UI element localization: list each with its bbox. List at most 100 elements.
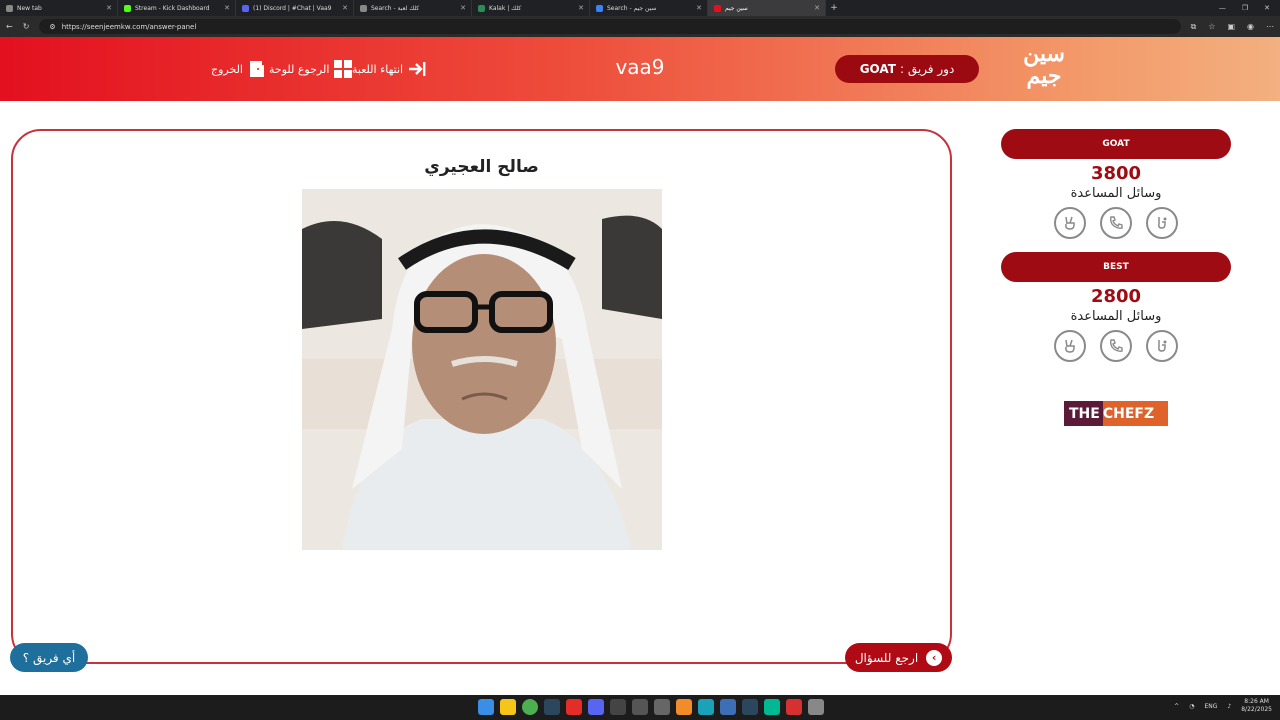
favorite-star-icon[interactable]: ☆ xyxy=(1208,22,1215,32)
tab-close-icon[interactable]: ✕ xyxy=(106,4,112,12)
aids-label: وسائل المساعدة xyxy=(1070,309,1162,324)
phone-icon xyxy=(1109,339,1123,352)
app-icon[interactable] xyxy=(786,699,802,715)
tab-favicon-icon xyxy=(360,4,367,12)
tab-close-icon[interactable]: ✕ xyxy=(342,4,348,12)
volume-icon[interactable]: ♪ xyxy=(1227,703,1231,710)
start-icon[interactable] xyxy=(478,699,494,715)
tab-favicon-icon xyxy=(714,4,721,12)
browser-tab[interactable]: Stream - Kick Dashboard ✕ xyxy=(118,0,236,16)
team-turn-badge: دور فريق : GOAT xyxy=(835,55,979,83)
portrait-image xyxy=(302,189,662,550)
end-game-link[interactable]: انتهاء اللعبة xyxy=(352,57,427,81)
app-icon[interactable] xyxy=(764,699,780,715)
browser-tab-strip: New tab ✕ Stream - Kick Dashboard ✕ (1) Di… xyxy=(0,0,1280,16)
profile-icon[interactable]: ◉ xyxy=(1247,22,1254,32)
team-score: 2800 xyxy=(1090,286,1142,307)
hole-aid-button[interactable] xyxy=(1146,207,1178,239)
hole-aid-button[interactable] xyxy=(1146,330,1178,362)
tab-title: Kalak | كلك xyxy=(489,4,522,12)
clock[interactable]: 8:26 AM 8/22/2025 xyxy=(1241,698,1272,714)
chrome-icon[interactable] xyxy=(522,699,538,715)
browser-tab[interactable]: Kalak | كلك ✕ xyxy=(472,0,590,16)
reload-icon[interactable]: ↻ xyxy=(23,22,30,31)
two-answers-aid-button[interactable] xyxy=(1054,330,1086,362)
back-to-board-link[interactable]: الرجوع للوحة xyxy=(269,57,353,81)
tab-title: New tab xyxy=(17,4,42,12)
team-name-badge: BEST xyxy=(1001,252,1231,282)
tab-favicon-icon xyxy=(478,4,485,12)
which-team-button[interactable]: أي فريق ؟ xyxy=(10,643,88,672)
site-info-icon[interactable]: ⚙ xyxy=(49,23,55,31)
chevron-right-icon: › xyxy=(926,649,943,666)
language-indicator[interactable]: ENG xyxy=(1204,703,1217,710)
site-header: سين جيم دور فريق : GOAT vaa9 انتهاء اللع… xyxy=(0,37,1280,101)
more-menu-icon[interactable]: ⋯ xyxy=(1266,22,1274,32)
tab-title: Stream - Kick Dashboard xyxy=(135,4,210,12)
sponsor-part2: CHEFZ xyxy=(1102,401,1168,426)
tab-close-icon[interactable]: ✕ xyxy=(460,4,466,12)
wifi-icon[interactable]: ◔ xyxy=(1189,703,1194,710)
sponsor-part1: THE xyxy=(1064,401,1103,426)
settings-icon[interactable] xyxy=(808,699,824,715)
answer-panel: صالح العجيري xyxy=(11,129,952,664)
browser-tab[interactable]: Search - سين جيم ✕ xyxy=(590,0,708,16)
tab-close-icon[interactable]: ✕ xyxy=(814,4,820,12)
tab-close-icon[interactable]: ✕ xyxy=(578,4,584,12)
tray-chevron-icon[interactable]: ^ xyxy=(1174,703,1179,710)
address-bar-row: ← ↻ ⚙ https://seenjeemkw.com/answer-pane… xyxy=(0,16,1280,37)
team-score: 3800 xyxy=(1090,163,1142,184)
grid-icon xyxy=(334,60,353,78)
back-to-question-button[interactable]: › ارجع للسؤال xyxy=(845,643,952,672)
browser-tab[interactable]: New tab ✕ xyxy=(0,0,118,16)
extensions-icon[interactable]: ⧉ xyxy=(1191,22,1197,32)
team-card: BEST 2800 وسائل المساعدة xyxy=(1001,252,1231,362)
tab-favicon-icon xyxy=(242,4,249,12)
new-tab-icon[interactable]: + xyxy=(826,3,842,13)
collections-icon[interactable]: ▣ xyxy=(1227,22,1235,32)
tab-close-icon[interactable]: ✕ xyxy=(224,4,230,12)
discord-icon[interactable] xyxy=(588,699,604,715)
restore-icon[interactable]: ❐ xyxy=(1242,4,1248,12)
tab-title: Search - سين جيم xyxy=(607,4,657,12)
close-window-icon[interactable]: ✕ xyxy=(1264,4,1270,12)
door-icon xyxy=(250,61,264,77)
tab-close-icon[interactable]: ✕ xyxy=(696,4,702,12)
browser-tab-active[interactable]: سين جيم ✕ xyxy=(708,0,826,16)
app-icon[interactable] xyxy=(720,699,736,715)
youtube-icon[interactable] xyxy=(566,699,582,715)
app-icon[interactable] xyxy=(610,699,626,715)
tab-favicon-icon xyxy=(124,4,131,12)
exit-arrow-icon xyxy=(409,62,426,76)
hand-point-icon xyxy=(1158,217,1167,229)
browser-tab[interactable]: (1) Discord | #Chat | Vaa9 ✕ xyxy=(236,0,354,16)
exit-link[interactable]: الخروج xyxy=(211,57,267,81)
steam-icon[interactable] xyxy=(544,699,560,715)
back-to-question-label: ارجع للسؤال xyxy=(854,650,919,665)
tab-title: سين جيم xyxy=(725,4,748,12)
browser-tab[interactable]: Search - كلك لعبة ✕ xyxy=(354,0,472,16)
hand-peace-icon xyxy=(1065,216,1075,230)
app-icon[interactable] xyxy=(654,699,670,715)
clock-time: 8:26 AM xyxy=(1244,698,1269,705)
minimize-icon[interactable]: — xyxy=(1219,4,1226,12)
app-icon[interactable] xyxy=(676,699,692,715)
call-friend-aid-button[interactable] xyxy=(1100,207,1132,239)
tab-title: Search - كلك لعبة xyxy=(371,4,420,12)
file-explorer-icon[interactable] xyxy=(500,699,516,715)
edge-icon[interactable] xyxy=(698,699,714,715)
steam-icon[interactable] xyxy=(742,699,758,715)
app-icon[interactable] xyxy=(632,699,648,715)
turn-prefix: دور فريق : xyxy=(899,62,955,76)
url-field[interactable]: ⚙ https://seenjeemkw.com/answer-panel xyxy=(39,19,1181,34)
answer-title: صالح العجيري xyxy=(424,157,539,177)
aids-row xyxy=(1001,330,1231,362)
site-logo[interactable]: سين جيم xyxy=(1014,43,1074,95)
back-arrow-icon[interactable]: ← xyxy=(6,22,13,31)
room-code: vaa9 xyxy=(615,55,665,79)
aids-label: وسائل المساعدة xyxy=(1070,186,1162,201)
two-answers-aid-button[interactable] xyxy=(1054,207,1086,239)
logo-text: سين جيم xyxy=(1023,41,1065,89)
which-team-label: أي فريق ؟ xyxy=(22,650,76,665)
call-friend-aid-button[interactable] xyxy=(1100,330,1132,362)
